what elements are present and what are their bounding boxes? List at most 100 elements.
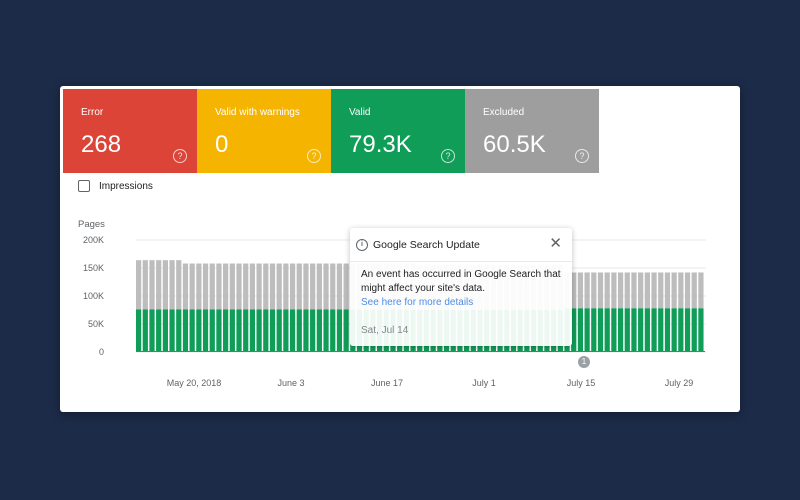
y-tick-label: 100K — [83, 291, 104, 301]
bar-excluded — [343, 263, 349, 310]
bar-excluded — [202, 263, 209, 310]
bar-valid — [209, 309, 215, 352]
x-tick-label: July 1 — [472, 378, 496, 388]
bar-valid — [577, 308, 584, 352]
bar-valid — [323, 309, 329, 352]
bar-valid — [169, 309, 175, 352]
bar-excluded — [591, 272, 597, 309]
bar-excluded — [243, 263, 249, 310]
bar-valid — [263, 309, 269, 352]
bar-valid — [276, 309, 282, 352]
x-tick-label: July 29 — [665, 378, 694, 388]
bar-valid — [330, 309, 336, 352]
bar-excluded — [684, 272, 691, 309]
y-tick-label: 200K — [83, 235, 104, 245]
bar-excluded — [169, 260, 175, 310]
popup-title: Google Search Update — [373, 239, 480, 251]
bar-valid — [671, 308, 677, 352]
bar-valid — [651, 308, 657, 352]
bar-valid — [310, 309, 316, 352]
bar-valid — [664, 308, 671, 352]
bar-valid — [189, 309, 195, 352]
x-tick-labels: May 20, 2018 June 3 June 17 July 1 July 15 Ju… — [167, 378, 694, 388]
bar-excluded — [597, 272, 604, 309]
bar-excluded — [310, 263, 316, 310]
bar-excluded — [236, 263, 242, 310]
bar-valid — [283, 309, 289, 352]
bar-valid — [243, 309, 249, 352]
bar-excluded — [644, 272, 650, 309]
bar-valid — [316, 309, 322, 352]
bar-excluded — [611, 272, 617, 309]
bar-excluded — [691, 272, 697, 309]
bar-valid — [162, 309, 168, 352]
bar-valid — [142, 309, 148, 352]
bar-valid — [343, 309, 349, 352]
y-tick-label: 0 — [99, 347, 104, 357]
bar-valid — [256, 309, 262, 352]
bar-excluded — [249, 263, 256, 310]
bar-valid — [591, 308, 597, 352]
bar-valid — [303, 309, 309, 352]
y-tick-label: 50K — [88, 319, 104, 329]
bar-excluded — [651, 272, 657, 309]
bar-excluded — [189, 263, 195, 310]
bar-valid — [584, 308, 590, 352]
bar-valid — [631, 308, 637, 352]
bar-excluded — [584, 272, 590, 309]
y-tick-labels: 0 50K 100K 150K 200K — [83, 235, 104, 357]
bar-valid — [229, 309, 235, 352]
popup-details-link[interactable]: See here for more details — [361, 297, 473, 308]
bar-excluded — [638, 272, 644, 309]
event-marker[interactable]: 1 — [578, 356, 590, 368]
bar-excluded — [323, 263, 329, 310]
search-update-popup: i Google Search Update ✕ An event has oc… — [350, 228, 572, 346]
popup-divider — [350, 261, 572, 262]
bar-excluded — [182, 263, 189, 310]
bar-excluded — [216, 263, 222, 310]
index-coverage-card: Error 268 ? Valid with warnings 0 ? Vali… — [60, 86, 740, 412]
bar-excluded — [604, 272, 610, 309]
bar-valid — [597, 308, 604, 352]
bar-valid — [296, 309, 302, 352]
bar-valid — [691, 308, 697, 352]
bar-excluded — [142, 260, 148, 310]
bar-excluded — [671, 272, 677, 309]
bar-valid — [249, 309, 256, 352]
popup-body: An event has occurred in Google Search t… — [361, 269, 561, 294]
bar-excluded — [617, 272, 624, 309]
bar-valid — [182, 309, 189, 352]
x-tick-label: May 20, 2018 — [167, 378, 222, 388]
bar-valid — [638, 308, 644, 352]
close-icon[interactable]: ✕ — [549, 236, 562, 251]
bar-excluded — [196, 263, 202, 310]
bar-valid — [336, 309, 343, 352]
bar-valid — [156, 309, 162, 352]
x-tick-label: July 15 — [567, 378, 596, 388]
bar-excluded — [296, 263, 302, 310]
bar-valid — [658, 308, 664, 352]
bar-excluded — [223, 263, 229, 310]
bar-excluded — [289, 263, 296, 310]
bar-excluded — [624, 272, 630, 309]
bar-valid — [176, 309, 182, 352]
bar-excluded — [316, 263, 322, 310]
bar-excluded — [256, 263, 262, 310]
popup-date: Sat, Jul 14 — [361, 325, 409, 336]
bar-excluded — [269, 263, 276, 310]
bar-excluded — [229, 263, 235, 310]
bar-excluded — [631, 272, 637, 309]
x-tick-label: June 17 — [371, 378, 403, 388]
bar-excluded — [136, 260, 142, 310]
bar-valid — [202, 309, 209, 352]
bar-valid — [216, 309, 222, 352]
info-icon: i — [356, 239, 368, 251]
bar-valid — [698, 308, 704, 352]
bar-valid — [149, 309, 155, 352]
bar-excluded — [283, 263, 289, 310]
bar-excluded — [156, 260, 162, 310]
y-tick-label: 150K — [83, 263, 104, 273]
bar-excluded — [263, 263, 269, 310]
bar-excluded — [698, 272, 704, 309]
bar-excluded — [176, 260, 182, 310]
